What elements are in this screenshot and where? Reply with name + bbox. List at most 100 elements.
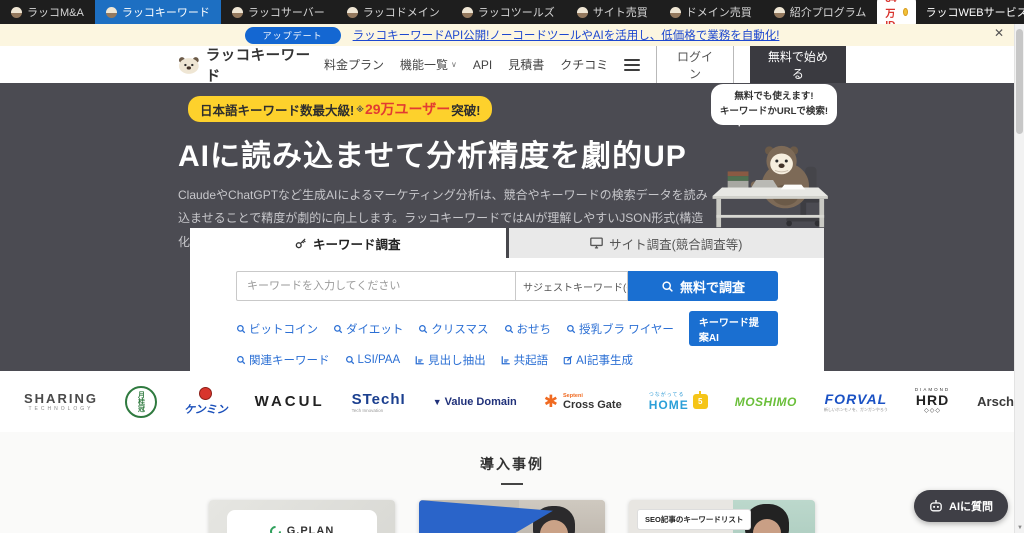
topbar-item-referral-program[interactable]: 紹介プログラム [763, 0, 878, 24]
users-count-badge: 日本語キーワード数最大級! ※ 29万ユーザー 突破! [188, 96, 493, 122]
case-card-seo[interactable]: SEO記事のキーワードリスト [629, 500, 815, 533]
logo-stechi[interactable]: STechI Tech Innovation [352, 391, 406, 413]
topbar-item-rakko-ma[interactable]: ラッコM&A [0, 0, 95, 24]
nav-api[interactable]: API [473, 58, 492, 72]
nav-quote[interactable]: 見積書 [508, 56, 544, 73]
quick-link[interactable]: おせち [504, 321, 551, 337]
topbar-item-domain-sale[interactable]: ドメイン売買 [659, 0, 763, 24]
quick-link[interactable]: ビットコイン [236, 321, 318, 337]
logo-forval[interactable]: FORVAL 新しいホンモノを、ガンガンやろう [824, 391, 888, 413]
case-card-gplan[interactable]: G.PLAN [209, 500, 395, 533]
signup-button[interactable]: 無料で始める [749, 42, 846, 87]
otter-logo-icon [178, 56, 199, 74]
search-icon [333, 324, 343, 333]
robot-icon [930, 499, 942, 511]
quick-link[interactable]: クリスマス [418, 321, 489, 337]
search-type-select[interactable]: サジェストキーワード(Googl… ∨ [516, 271, 628, 301]
search-icon [567, 324, 576, 333]
site-header: ラッコキーワード 料金プラン 機能一覧 ∨ API 見積書 クチコミ ログイン 無… [178, 42, 846, 87]
quick-link[interactable]: ダイエット [333, 321, 403, 337]
topbar-item-rakko-tools[interactable]: ラッコツールズ [451, 0, 566, 24]
quick-link-label: ダイエット [346, 323, 404, 336]
badge-left-text: 日本語キーワード数最大級! [200, 103, 355, 118]
chart-icon [501, 356, 510, 365]
search-icon [236, 324, 246, 333]
key-icon [295, 238, 306, 249]
logo-gekkeikan[interactable]: 月桂冠 [124, 385, 157, 418]
close-icon[interactable]: ✕ [994, 27, 1004, 39]
ai-article-link[interactable]: AI記事生成 [563, 352, 633, 368]
vertical-scrollbar[interactable]: ▼ [1014, 24, 1024, 533]
case-cards: G.PLAN 2,000人以上... SEO記事のキーワードリスト [209, 500, 815, 533]
topbar-item-label: ラッコドメイン [362, 7, 440, 19]
nav-label: クチコミ [560, 58, 609, 72]
header-nav: 料金プラン 機能一覧 ∨ API 見積書 クチコミ ログイン 無料で始める [324, 42, 846, 87]
tab-keyword-research[interactable]: キーワード調査 [190, 228, 506, 258]
nav-pricing[interactable]: 料金プラン [324, 56, 384, 73]
value-domain-mark-icon: ▼ [432, 396, 442, 407]
topbar-item-rakko-domain[interactable]: ラッコドメイン [336, 0, 451, 24]
heading-extract-link[interactable]: 見出し抽出 [415, 352, 486, 368]
nav-reviews[interactable]: クチコミ [560, 56, 608, 73]
topbar-item-label: ラッコツールズ [477, 7, 555, 19]
brand-name: ラッコキーワード [205, 47, 311, 85]
chart-icon [415, 356, 424, 365]
topbar-item-rakko-keyword[interactable]: ラッコキーワード [94, 0, 221, 24]
quick-link-label: 授乳ブラ ワイヤー [579, 323, 674, 336]
quick-link-label: クリスマス [431, 323, 489, 336]
ask-ai-button[interactable]: AIに質問 [914, 490, 1008, 522]
hamburger-menu-icon[interactable] [624, 58, 641, 71]
otter-at-desk-illustration [712, 146, 828, 228]
rakko-service-icon [231, 6, 243, 18]
quick-link-label: 共起語 [513, 355, 549, 367]
nav-features[interactable]: 機能一覧 ∨ [400, 56, 457, 73]
quick-link-label: 見出し抽出 [428, 355, 486, 367]
search-tabs: キーワード調査 サイト調査(競合調査等) [190, 228, 824, 258]
co-occurrence-link[interactable]: 共起語 [501, 352, 549, 368]
logo-sharing-technology[interactable]: SHARING TECHNOLOGY [24, 391, 98, 412]
page: ラッコM&A ラッコキーワード ラッコサーバー ラッコドメイン ラッコツールズ … [0, 0, 1024, 533]
rakko-service-icon [669, 6, 681, 18]
topbar-item-rakko-server[interactable]: ラッコサーバー [221, 0, 336, 24]
logo-septeni-cross-gate[interactable]: ✱ Septeni Cross Gate [544, 393, 622, 411]
quick-link[interactable]: 授乳ブラ ワイヤー [566, 321, 674, 337]
septeni-star-icon: ✱ [543, 392, 559, 411]
search-submit-button[interactable]: 無料で調査 [628, 271, 778, 301]
badge-right-text: 突破! [451, 103, 481, 118]
logo-moshimo[interactable]: MOSHIMO [735, 395, 797, 409]
logo-wacul[interactable]: WACUL [255, 393, 325, 410]
topbar-item-label: ドメイン売買 [685, 7, 752, 19]
monitor-icon [590, 237, 603, 249]
keyword-search-input[interactable] [236, 271, 516, 301]
search-icon [662, 280, 673, 292]
logo-diamond-hrd[interactable]: DIAMOND HRD ◇◇◇ [915, 387, 950, 415]
lsi-paa-link[interactable]: LSI/PAA [345, 354, 400, 366]
topbar-item-label: 紹介プログラム [789, 7, 867, 19]
quick-link-label: ビットコイン [249, 323, 318, 336]
hero-section: 日本語キーワード数最大級! ※ 29万ユーザー 突破! AIに読み込ませて分析精度を劇… [0, 83, 1024, 383]
update-link[interactable]: ラッコキーワードAPI公開!ノーコードツールやAIを活用し、低価格で業務を自動化… [353, 27, 780, 43]
logo-kenmin[interactable]: ケンミン [184, 386, 228, 417]
case-studies-section: 導入事例 G.PLAN 2,000人以上... SEO記事のキーワードリスト [0, 432, 1024, 533]
ask-ai-label: AIに質問 [949, 501, 993, 513]
case-card-school[interactable]: 2,000人以上... [419, 500, 605, 533]
brand-logo[interactable]: ラッコキーワード [178, 44, 324, 86]
logo-value-domain[interactable]: ▼ Value Domain [433, 396, 517, 408]
search-row: サジェストキーワード(Googl… ∨ 無料で調査 [236, 271, 778, 301]
topbar-item-label: サイト売買 [592, 7, 648, 19]
topbar-right: 34万ID ラッコWEBサービス一覧 [877, 0, 1024, 32]
topbar-item-label: ラッコキーワード [121, 7, 210, 19]
topbar-item-site-sale[interactable]: サイト売買 [566, 0, 659, 24]
rakko-service-icon [105, 6, 117, 18]
scrollbar-thumb[interactable] [1016, 29, 1023, 134]
related-keywords-link[interactable]: 関連キーワード [236, 352, 330, 368]
login-button[interactable]: ログイン [656, 42, 734, 87]
web-services-link[interactable]: ラッコWEBサービス一覧 [926, 4, 1024, 20]
scroll-down-arrow-icon[interactable]: ▼ [1016, 525, 1024, 531]
search-icon [419, 324, 428, 333]
quick-links-row1: ビットコイン ダイエット クリスマス おせち 授乳ブラ ワイヤー キーワード提案… [236, 311, 778, 346]
keyword-ai-badge[interactable]: キーワード提案AI [688, 311, 778, 346]
rakko-service-icon [576, 6, 588, 18]
tab-site-research[interactable]: サイト調査(競合調査等) [505, 228, 824, 258]
logo-home5[interactable]: つながってる HOME 5 [649, 391, 708, 412]
